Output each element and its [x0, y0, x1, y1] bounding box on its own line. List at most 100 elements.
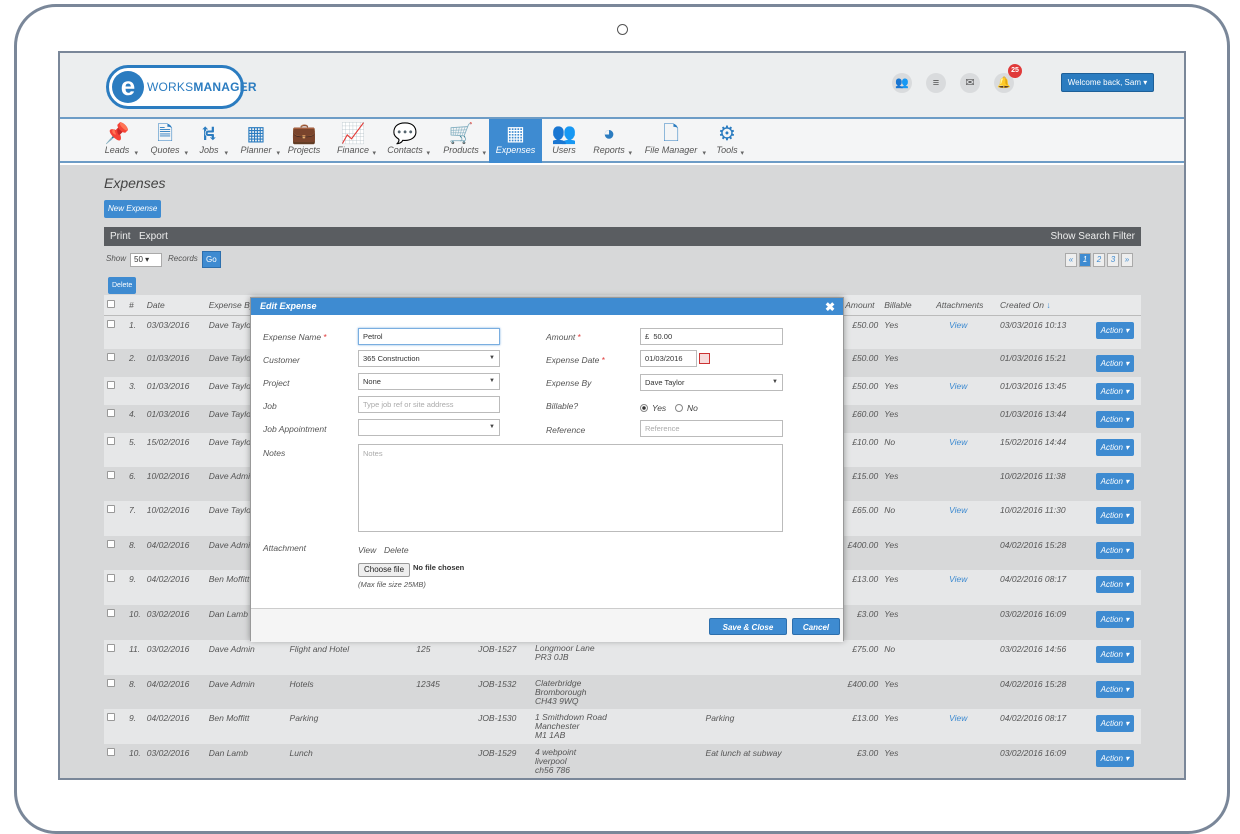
action-dropdown-button[interactable]: Action ▾: [1095, 321, 1134, 339]
expense-by-select[interactable]: Dave Taylor ▼: [640, 374, 783, 391]
action-dropdown-button[interactable]: Action ▾: [1095, 611, 1134, 628]
row-action-cell[interactable]: Action ▾: [1092, 433, 1141, 467]
billable-no-option[interactable]: No: [675, 403, 698, 413]
amount-input[interactable]: £ 50.00: [640, 328, 783, 345]
page-prev-button[interactable]: «: [1065, 253, 1077, 267]
save-close-button[interactable]: Save & Close: [709, 618, 787, 635]
row-action-cell[interactable]: Action ▾: [1092, 501, 1141, 536]
nav-item-planner[interactable]: ▦ Planner ▾: [232, 119, 280, 163]
row-action-cell[interactable]: Action ▾: [1092, 640, 1141, 675]
table-row[interactable]: 8.04/02/2016Dave AdminHotels12345JOB-153…: [104, 675, 1141, 709]
select-all-cell[interactable]: [104, 295, 126, 316]
new-expense-button[interactable]: New Expense: [104, 200, 162, 218]
billable-yes-option[interactable]: Yes: [640, 403, 666, 413]
row-checkbox[interactable]: [107, 437, 115, 445]
row-action-cell[interactable]: Action ▾: [1092, 467, 1141, 501]
customer-select[interactable]: 365 Construction ▼: [358, 350, 500, 367]
job-appointment-select[interactable]: ▼: [358, 419, 500, 436]
action-dropdown-button[interactable]: Action ▾: [1095, 411, 1134, 428]
page-2-button[interactable]: 2: [1093, 253, 1105, 267]
row-action-cell[interactable]: Action ▾: [1092, 405, 1141, 433]
row-checkbox-cell[interactable]: [104, 405, 126, 433]
action-dropdown-button[interactable]: Action ▾: [1095, 646, 1134, 663]
nav-item-products[interactable]: 🛒 Products ▾: [436, 119, 486, 163]
col-amount[interactable]: Amount: [842, 295, 882, 316]
attachment-view-link[interactable]: View: [949, 505, 967, 515]
billable-no-radio[interactable]: [675, 404, 683, 412]
table-row[interactable]: 11. 03/02/2016 Dave Admin Flight and Hotel 1…: [104, 640, 1141, 675]
billable-yes-radio[interactable]: [640, 404, 648, 412]
project-select[interactable]: None ▼: [358, 373, 500, 390]
cancel-button[interactable]: Cancel: [792, 618, 840, 635]
expense-name-input[interactable]: Petrol: [358, 328, 500, 345]
action-dropdown-button[interactable]: Action ▾: [1095, 681, 1134, 698]
nav-item-reports[interactable]: ◕ Reports ▾: [586, 119, 632, 163]
action-dropdown-button[interactable]: Action ▾: [1095, 750, 1134, 767]
row-checkbox[interactable]: [107, 609, 115, 617]
action-dropdown-button[interactable]: Action ▾: [1095, 507, 1134, 524]
action-dropdown-button[interactable]: Action ▾: [1095, 715, 1134, 732]
row-checkbox[interactable]: [107, 679, 115, 687]
action-dropdown-button[interactable]: Action ▾: [1095, 473, 1134, 490]
welcome-menu-button[interactable]: Welcome back, Sam ▾: [1061, 73, 1154, 92]
nav-item-jobs[interactable]: ⛕ Jobs ▾: [190, 119, 228, 163]
row-checkbox-cell[interactable]: [104, 501, 126, 536]
delete-button[interactable]: Delete: [108, 277, 137, 294]
row-checkbox[interactable]: [107, 353, 115, 361]
mail-icon[interactable]: ✉: [960, 73, 980, 93]
nav-item-finance[interactable]: 📈 Finance ▾: [330, 119, 376, 163]
row-checkbox[interactable]: [107, 574, 115, 582]
row-checkbox-cell[interactable]: [104, 709, 126, 744]
close-icon[interactable]: ✖: [825, 299, 835, 316]
logo[interactable]: e WORKSMANAGER: [106, 65, 257, 109]
row-checkbox[interactable]: [107, 540, 115, 548]
row-checkbox-cell[interactable]: [104, 349, 126, 377]
row-checkbox[interactable]: [107, 319, 115, 328]
nav-item-contacts[interactable]: 💬 Contacts ▾: [380, 119, 430, 163]
nav-item-leads[interactable]: 📌 Leads ▾: [96, 119, 138, 163]
row-checkbox-cell[interactable]: [104, 433, 126, 467]
table-row[interactable]: 9.04/02/2016Ben MoffittParkingJOB-15301 …: [104, 709, 1141, 744]
row-checkbox-cell[interactable]: [104, 377, 126, 405]
export-link[interactable]: Export: [139, 227, 168, 246]
row-action-cell[interactable]: Action ▾: [1092, 744, 1141, 778]
attachment-view-link[interactable]: View: [358, 545, 376, 555]
row-action-cell[interactable]: Action ▾: [1092, 377, 1141, 405]
col-created-on[interactable]: Created On ↓: [997, 295, 1093, 316]
print-link[interactable]: Print: [110, 227, 131, 246]
nav-item-expenses[interactable]: ▦ Expenses: [489, 119, 542, 163]
records-select[interactable]: 50 ▾: [130, 253, 162, 267]
col-date[interactable]: Date: [143, 295, 206, 316]
nav-item-users[interactable]: 👥 Users: [546, 119, 582, 163]
calendar-icon[interactable]: [699, 353, 710, 364]
row-checkbox-cell[interactable]: [104, 315, 126, 349]
attachment-view-link[interactable]: View: [949, 320, 967, 330]
row-action-cell[interactable]: Action ▾: [1092, 315, 1141, 349]
attachment-view-link[interactable]: View: [949, 713, 967, 723]
job-input[interactable]: Type job ref or site address: [358, 396, 500, 413]
row-checkbox-cell[interactable]: [104, 467, 126, 501]
row-checkbox[interactable]: [107, 381, 115, 389]
nav-item-projects[interactable]: 💼 Projects: [284, 119, 324, 163]
row-checkbox[interactable]: [107, 409, 115, 417]
row-action-cell[interactable]: Action ▾: [1092, 605, 1141, 640]
row-action-cell[interactable]: Action ▾: [1092, 675, 1141, 709]
row-checkbox[interactable]: [107, 713, 115, 721]
attachment-view-link[interactable]: View: [949, 381, 967, 391]
row-action-cell[interactable]: Action ▾: [1092, 570, 1141, 605]
page-next-button[interactable]: »: [1121, 253, 1133, 267]
server-icon[interactable]: ≡: [926, 73, 946, 93]
row-checkbox-cell[interactable]: [104, 744, 126, 778]
table-row[interactable]: 10.03/02/2016Dan LambLunch JOB-15294 webp…: [104, 744, 1141, 778]
row-checkbox[interactable]: [107, 644, 115, 652]
row-checkbox-cell[interactable]: [104, 536, 126, 570]
nav-item-tools[interactable]: ⚙ Tools ▾: [710, 119, 744, 163]
go-button[interactable]: Go: [202, 251, 221, 268]
row-checkbox-cell[interactable]: [104, 570, 126, 605]
page-3-button[interactable]: 3: [1107, 253, 1119, 267]
attachment-delete-link[interactable]: Delete: [384, 545, 409, 555]
row-checkbox-cell[interactable]: [104, 640, 126, 675]
nav-item-file-manager[interactable]: 🗋 File Manager ▾: [636, 119, 706, 163]
nav-item-quotes[interactable]: 🗎 Quotes ▾: [142, 119, 188, 163]
select-all-checkbox[interactable]: [107, 299, 115, 308]
